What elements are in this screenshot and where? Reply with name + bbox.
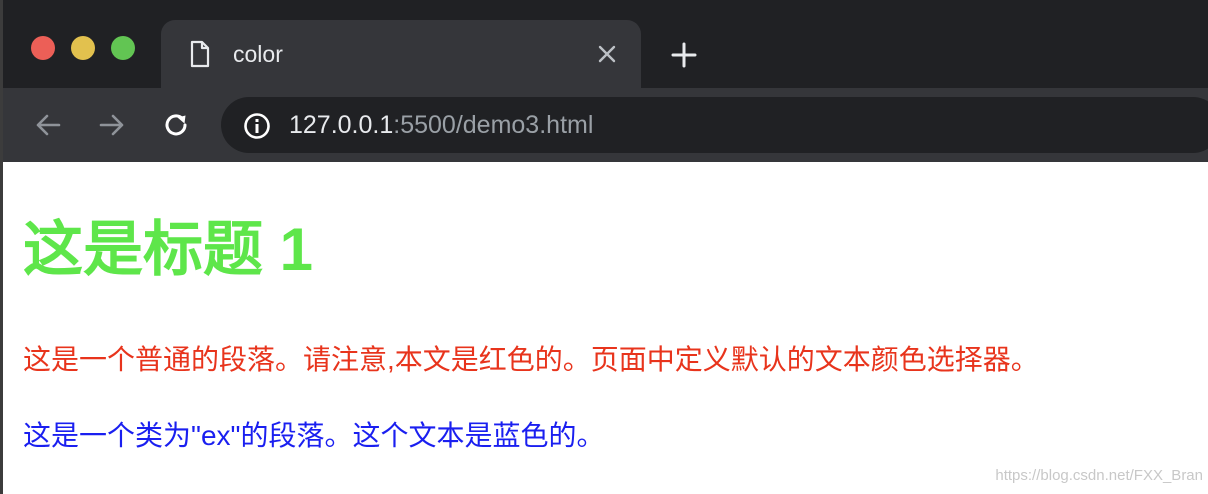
browser-window: color 127.0.0.1:5500/demo3.html 这是标题 1 这…: [0, 0, 1208, 494]
watermark: https://blog.csdn.net/FXX_Bran: [995, 467, 1203, 484]
page-heading: 这是标题 1: [23, 216, 314, 283]
arrow-right-icon[interactable]: [93, 106, 131, 144]
paragraph-ex: 这是一个类为"ex"的段落。这个文本是蓝色的。: [23, 420, 605, 451]
url-host: 127.0.0.1: [289, 111, 394, 139]
zoom-window-button[interactable]: [111, 36, 135, 60]
arrow-left-icon[interactable]: [29, 106, 67, 144]
close-window-button[interactable]: [31, 36, 55, 60]
info-icon[interactable]: [243, 112, 271, 140]
tab-strip: color: [3, 0, 1208, 88]
paragraph-default: 这是一个普通的段落。请注意,本文是红色的。页面中定义默认的文本颜色选择器。: [23, 344, 1039, 375]
minimize-window-button[interactable]: [71, 36, 95, 60]
document-icon: [189, 40, 211, 68]
reload-icon[interactable]: [157, 106, 195, 144]
plus-icon[interactable]: [667, 38, 701, 72]
browser-tab[interactable]: color: [161, 20, 641, 88]
page-content: 这是标题 1 这是一个普通的段落。请注意,本文是红色的。页面中定义默认的文本颜色…: [6, 162, 1208, 494]
close-icon[interactable]: [593, 40, 621, 68]
browser-toolbar: 127.0.0.1:5500/demo3.html: [3, 88, 1208, 162]
url-path: :5500/demo3.html: [393, 111, 594, 139]
url-text: 127.0.0.1:5500/demo3.html: [289, 110, 593, 140]
tab-title: color: [233, 41, 283, 67]
address-bar[interactable]: 127.0.0.1:5500/demo3.html: [221, 97, 1208, 153]
